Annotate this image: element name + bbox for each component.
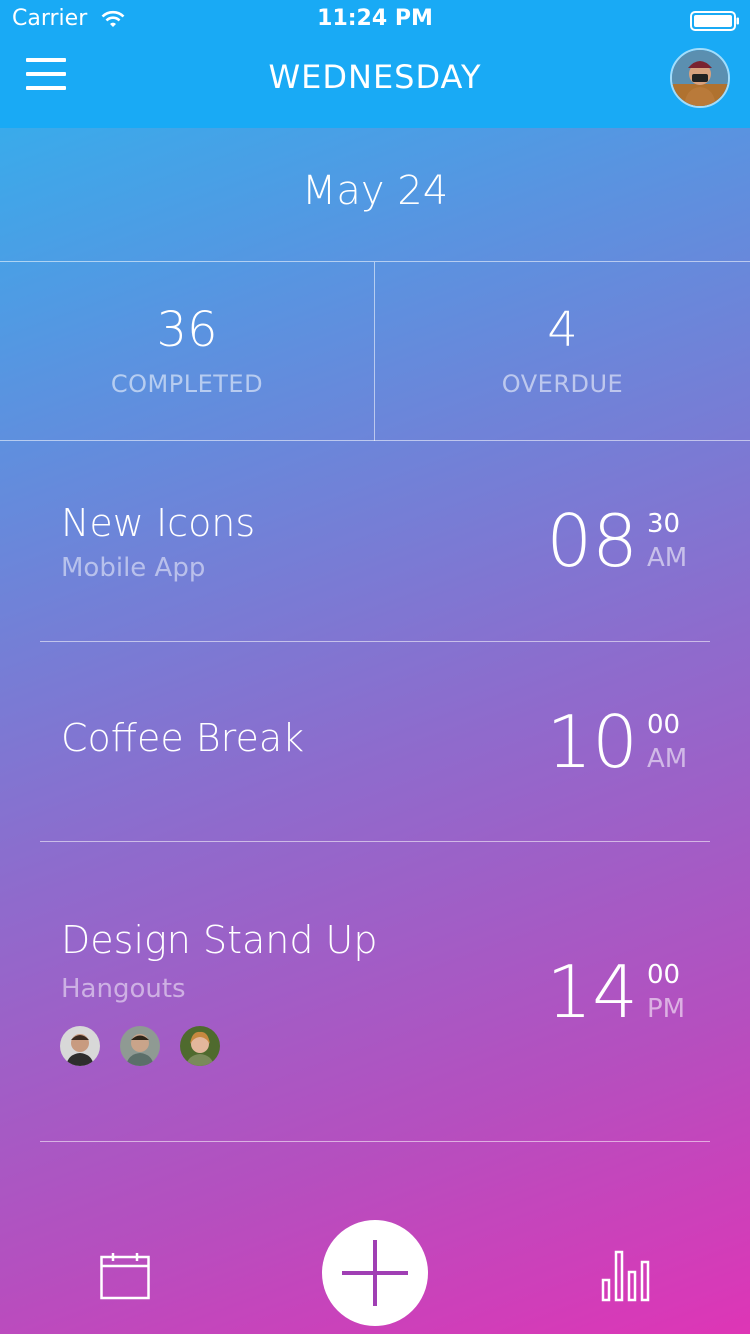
completed-count: 36 [156, 302, 218, 358]
overdue-count: 4 [547, 302, 578, 358]
overdue-stat[interactable]: 4 OVERDUE [375, 262, 750, 441]
calendar-icon[interactable] [100, 1252, 150, 1300]
completed-stat[interactable]: 36 COMPLETED [0, 262, 375, 441]
completed-label: COMPLETED [110, 370, 264, 398]
status-bar: Carrier 11:24 PM [0, 0, 750, 40]
date-header: May 24 [0, 128, 750, 262]
attendee-avatar-photo [120, 1026, 160, 1066]
user-avatar[interactable] [670, 48, 730, 108]
task-ampm: AM [647, 744, 688, 774]
task-minute: 00 [647, 960, 681, 990]
task-ampm: AM [647, 543, 688, 573]
add-task-button[interactable] [322, 1220, 428, 1326]
task-subtitle: Mobile App [61, 553, 206, 583]
app-screen: Carrier 11:24 PM WEDNESDAY May 24 36 COM… [0, 0, 750, 1334]
user-avatar-photo [672, 50, 728, 106]
attendee-avatar[interactable] [120, 1026, 160, 1066]
task-item-new-icons[interactable]: New Icons Mobile App 08 30 AM [40, 441, 710, 642]
bar-chart-icon[interactable] [600, 1250, 650, 1302]
task-ampm: PM [647, 994, 686, 1024]
task-hour: 10 [546, 700, 638, 784]
task-item-coffee-break[interactable]: Coffee Break 10 00 AM [40, 642, 710, 842]
task-title: Coffee Break [61, 716, 305, 760]
task-title: Design Stand Up [61, 918, 378, 962]
status-time: 11:24 PM [317, 6, 433, 31]
overdue-label: OVERDUE [501, 370, 624, 398]
task-item-design-stand-up[interactable]: Design Stand Up Hangouts 14 00 PM [40, 842, 710, 1142]
task-title: New Icons [61, 501, 256, 545]
task-subtitle: Hangouts [61, 974, 186, 1004]
attendee-avatar-photo [60, 1026, 100, 1066]
task-minute: 30 [647, 509, 681, 539]
top-bar: Carrier 11:24 PM WEDNESDAY [0, 0, 750, 128]
page-title: WEDNESDAY [268, 58, 482, 96]
battery-icon [690, 11, 739, 31]
attendee-avatar[interactable] [60, 1026, 100, 1066]
attendee-avatar-photo [180, 1026, 220, 1066]
task-minute: 00 [647, 710, 681, 740]
attendee-avatar[interactable] [180, 1026, 220, 1066]
current-date: May 24 [301, 168, 449, 214]
task-hour: 08 [546, 499, 638, 583]
task-hour: 14 [546, 950, 638, 1034]
task-stats: 36 COMPLETED 4 OVERDUE [0, 262, 750, 441]
plus-icon [342, 1240, 408, 1306]
